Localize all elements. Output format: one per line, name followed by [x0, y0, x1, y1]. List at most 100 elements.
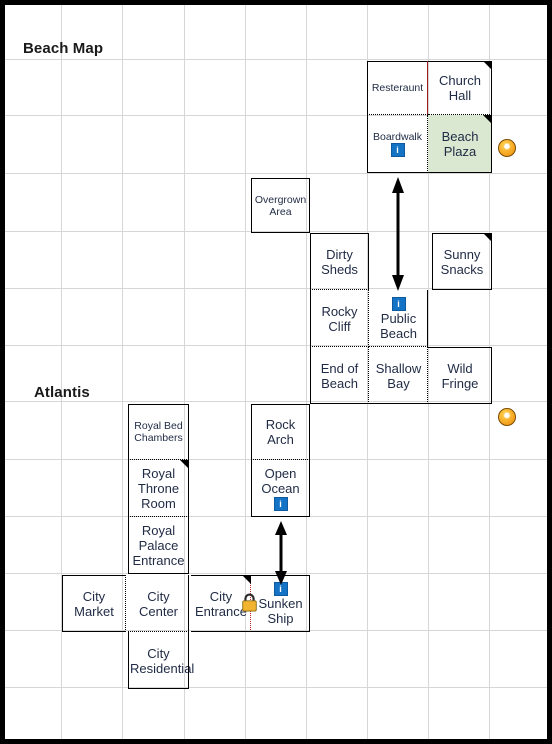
section-title-beach-map: Beach Map	[23, 40, 104, 57]
map-cell-label: Overgrown Area	[254, 193, 307, 218]
map-cell-public-beach[interactable]: i Public Beach	[369, 290, 428, 347]
cell-edge-bottom	[251, 232, 310, 233]
cell-edge-left	[251, 178, 252, 233]
map-cell-label-group: i Public Beach	[371, 296, 426, 342]
cell-edge-left	[310, 347, 311, 404]
map-cell-label-group: i Sunken Ship	[253, 581, 308, 627]
map-cell-wild-fringe[interactable]: Wild Fringe	[428, 347, 492, 404]
map-cell-royal-palace-entrance[interactable]: Royal Palace Entrance	[128, 517, 189, 574]
map-cell-resteraunt[interactable]: Resteraunt	[367, 61, 428, 115]
map-cell-label: Beach Plaza	[441, 129, 479, 159]
double-arrow-icon	[392, 177, 404, 291]
section-title-atlantis: Atlantis	[34, 384, 90, 401]
grid-line-h	[5, 59, 547, 60]
cell-divider-dotted	[125, 575, 126, 632]
folded-corner-icon	[483, 115, 492, 124]
cell-edge-right	[309, 404, 310, 460]
info-icon[interactable]: i	[390, 143, 405, 157]
map-cell-label: Church Hall	[439, 73, 481, 103]
map-cell-shallow-bay[interactable]: Shallow Bay	[369, 347, 428, 404]
sun-icon[interactable]: ✹	[498, 408, 516, 426]
grid-line-h	[5, 173, 547, 174]
map-cell-label: Open Ocean	[261, 465, 300, 496]
cell-edge-top	[251, 404, 310, 405]
cell-edge-left	[251, 404, 252, 460]
cell-edge-top	[367, 61, 428, 62]
cell-edge-right	[309, 460, 310, 517]
cell-edge-left	[310, 233, 311, 290]
map-cell-label: Rocky Cliff	[321, 303, 358, 334]
cell-edge-top	[428, 347, 492, 348]
map-cell-dirty-sheds[interactable]: Dirty Sheds	[310, 233, 369, 290]
map-cell-rock-arch[interactable]: Rock Arch	[251, 404, 310, 460]
map-cell-label-group: Open Ocean i	[253, 466, 308, 512]
map-cell-city-center[interactable]: City Center	[128, 575, 189, 632]
map-cell-overgrown-area[interactable]: Overgrown Area	[251, 178, 310, 233]
map-cell-city-residential[interactable]: City Residential	[128, 632, 195, 689]
map-cell-label: Royal Throne Room	[137, 466, 180, 511]
map-cell-royal-bed-chambers[interactable]: Royal Bed Chambers	[128, 404, 189, 460]
cell-edge-bottom	[62, 631, 126, 632]
map-cell-beach-plaza[interactable]: Beach Plaza	[428, 115, 492, 173]
map-cell-label: Royal Bed Chambers	[134, 420, 183, 444]
map-cell-city-market[interactable]: City Market	[62, 575, 126, 632]
cell-edge-left	[251, 460, 252, 517]
map-cell-label: City Center	[138, 588, 179, 619]
cell-edge-right	[309, 575, 310, 632]
map-cell-rocky-cliff[interactable]: Rocky Cliff	[310, 290, 369, 347]
sun-icon[interactable]: ✹	[498, 139, 516, 157]
map-cell-label-group: Boardwalk i	[369, 131, 426, 157]
lock-icon[interactable]	[241, 593, 258, 612]
map-cell-label: Resteraunt	[371, 82, 424, 94]
map-cell-end-of-beach[interactable]: End of Beach	[310, 347, 369, 404]
cell-edge-right	[188, 517, 189, 574]
cell-edge-bottom	[128, 573, 189, 574]
info-icon[interactable]: i	[273, 497, 288, 512]
map-cell-label: City Market	[74, 588, 114, 619]
cell-edge-bottom	[251, 631, 310, 632]
grid-line-h	[5, 687, 547, 688]
map-cell-boardwalk[interactable]: Boardwalk i	[367, 115, 428, 173]
cell-edge-left	[432, 233, 433, 290]
cell-edge-right	[427, 290, 428, 347]
beach-atlantis-map-canvas: Beach Map Atlantis Resteraunt Church Hal…	[0, 0, 552, 744]
map-cell-label: Sunken Ship	[258, 596, 303, 627]
cell-edge-top	[310, 233, 369, 234]
cell-edge-top	[251, 178, 310, 179]
cell-edge-bottom	[128, 688, 189, 689]
grid-line-h	[5, 345, 547, 346]
cell-edge-left	[128, 404, 129, 460]
cell-edge-bottom	[310, 403, 369, 404]
cell-edge-bottom	[251, 516, 310, 517]
cell-edge-right	[188, 575, 189, 632]
map-cell-label: End of Beach	[320, 360, 359, 391]
folded-corner-icon	[180, 460, 189, 469]
cell-edge-right	[309, 178, 310, 233]
map-cell-sunny-snacks[interactable]: Sunny Snacks	[432, 233, 492, 290]
cell-edge-left	[128, 460, 129, 517]
cell-edge-left	[128, 632, 129, 689]
cell-edge-bottom	[428, 403, 492, 404]
cell-edge-bottom	[367, 172, 428, 173]
folded-corner-icon	[483, 61, 492, 70]
map-cell-royal-throne-room[interactable]: Royal Throne Room	[128, 460, 189, 517]
map-cell-label: Royal Palace Entrance	[132, 523, 185, 568]
cell-edge-top	[62, 575, 126, 576]
folded-corner-icon	[483, 233, 492, 242]
info-icon[interactable]: i	[391, 297, 406, 312]
cell-edge-right	[188, 404, 189, 460]
map-cell-label: Wild Fringe	[441, 360, 479, 391]
cell-edge-left	[367, 115, 368, 173]
map-cell-church-hall[interactable]: Church Hall	[428, 61, 492, 115]
cell-edge-top	[128, 404, 189, 405]
map-cell-open-ocean[interactable]: Open Ocean i	[251, 460, 310, 517]
map-cell-label: Public Beach	[380, 311, 417, 342]
map-cell-label: Boardwalk	[372, 131, 423, 143]
map-cell-label: Shallow Bay	[375, 360, 422, 391]
map-cell-label: City Residential	[130, 645, 195, 676]
map-cell-label: Dirty Sheds	[321, 246, 358, 277]
cell-edge-bottom	[428, 172, 492, 173]
cell-edge-right	[491, 347, 492, 404]
map-cell-label: Rock Arch	[265, 417, 296, 447]
cell-edge-bottom	[432, 289, 492, 290]
